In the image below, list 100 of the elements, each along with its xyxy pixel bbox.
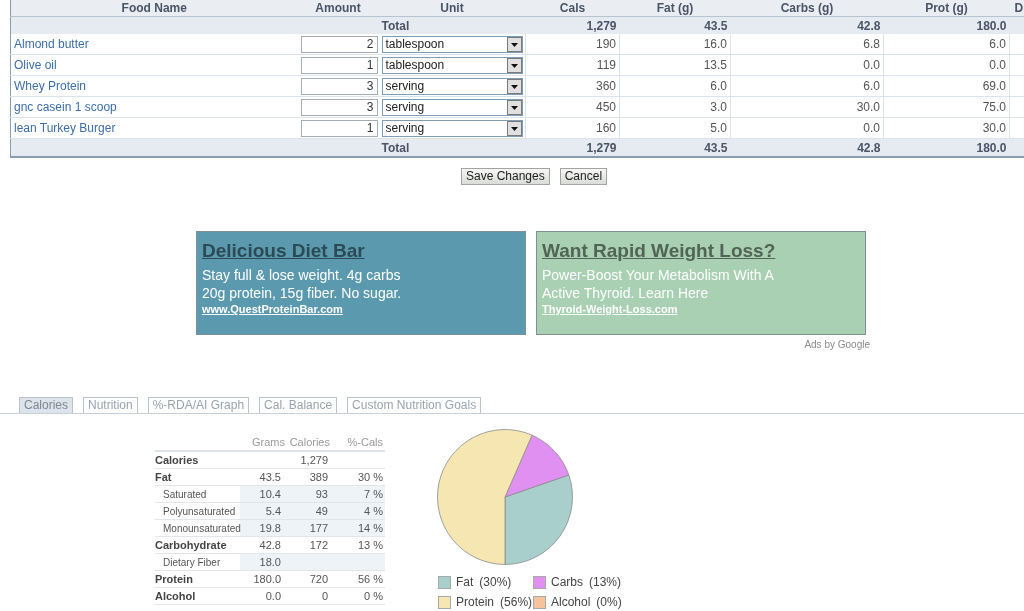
column-header: Grams (252, 436, 285, 448)
table-cell: 13 % (357, 539, 383, 551)
column-header: Cals (559, 1, 586, 15)
unit-select[interactable]: serving (381, 119, 523, 137)
table-cell: 14 % (357, 522, 383, 534)
unit-select[interactable]: serving (381, 98, 523, 116)
table-cell: 10.4 (259, 488, 281, 500)
table-cell: 13.5 (703, 58, 727, 72)
table-cell: 30 % (357, 471, 383, 483)
table-cell: 16.0 (703, 37, 727, 51)
caret-down-icon[interactable] (506, 99, 522, 115)
table-cell: 0 (321, 590, 328, 602)
column-header: Calories (289, 436, 330, 448)
table-cell: 360 (595, 79, 616, 93)
total-label: Total (381, 18, 410, 33)
total-value: 180.0 (976, 140, 1007, 155)
table-cell: 69.0 (982, 79, 1006, 93)
table-cell: 0.0 (863, 121, 880, 135)
table-cell: 5.4 (265, 505, 281, 517)
ad-title-link[interactable]: Want Rapid Weight Loss? (542, 240, 776, 262)
column-header: Food Name (121, 1, 187, 15)
table-cell: 30.0 (856, 100, 880, 114)
amount-field[interactable]: 3 (300, 77, 378, 95)
food-link[interactable]: Almond butter (14, 37, 89, 51)
table-cell: 56 % (357, 573, 383, 585)
table-cell: 180.0 (253, 573, 281, 585)
nutrient-label: Protein (155, 573, 193, 585)
ads-label: Ads by Google (804, 339, 870, 350)
cancel-button[interactable]: Cancel (559, 168, 608, 185)
table-cell: 42.8 (259, 539, 281, 551)
table-cell: 177 (309, 522, 328, 534)
caret-down-icon[interactable] (506, 120, 522, 136)
table-cell: 389 (309, 471, 328, 483)
table-cell: 450 (595, 100, 616, 114)
nutrient-label: Fat (155, 471, 172, 483)
food-link[interactable]: gnc casein 1 scoop (14, 100, 117, 114)
column-header: D (1014, 1, 1024, 15)
legend-label: Alcohol (0%) (551, 595, 622, 609)
tab[interactable]: Calories (19, 397, 73, 413)
total-label: Total (381, 140, 410, 155)
nutrient-label: Calories (155, 454, 199, 466)
table-cell: 4 % (364, 505, 383, 517)
column-header: %-Cals (347, 436, 383, 448)
ad-text: Power-Boost Your Metabolism With A Active Thyroid. Learn Here (542, 266, 774, 302)
legend-label: Protein (56%) (456, 595, 533, 609)
total-value: 42.8 (857, 140, 881, 155)
table-cell: 720 (309, 573, 328, 585)
table-cell: 6.0 (710, 79, 727, 93)
total-value: 1,279 (586, 140, 617, 155)
unit-select[interactable]: tablespoon (381, 56, 523, 74)
table-cell: 93 (315, 488, 328, 500)
ad-title-link[interactable]: Delicious Diet Bar (202, 240, 365, 262)
table-cell: 119 (596, 58, 616, 72)
nutrient-label: Alcohol (155, 590, 196, 602)
food-link[interactable]: Olive oil (14, 58, 57, 72)
table-cell: 160 (595, 121, 616, 135)
table-cell: 19.8 (259, 522, 281, 534)
unit-select[interactable]: tablespoon (381, 35, 523, 53)
amount-field[interactable]: 1 (300, 119, 378, 137)
table-cell: 3.0 (710, 100, 727, 114)
amount-field[interactable]: 2 (300, 35, 378, 53)
total-value: 180.0 (976, 18, 1007, 33)
save-button[interactable]: Save Changes (460, 168, 550, 185)
amount-field[interactable]: 3 (300, 98, 378, 116)
table-cell: 5.0 (710, 121, 727, 135)
table-cell: 30.0 (982, 121, 1006, 135)
table-cell: 6.8 (863, 37, 880, 51)
table-cell: 190 (595, 37, 616, 51)
caret-down-icon[interactable] (506, 57, 522, 73)
ad-url-link[interactable]: www.QuestProteinBar.com (202, 302, 343, 316)
table-cell: 0.0 (265, 590, 281, 602)
unit-select[interactable]: serving (381, 77, 523, 95)
amount-field[interactable]: 1 (300, 56, 378, 74)
table-cell: 1,279 (300, 454, 328, 466)
table-cell: 49 (315, 505, 328, 517)
column-header: Fat (g) (656, 1, 694, 15)
table-cell: 0 % (364, 590, 383, 602)
total-value: 43.5 (704, 18, 728, 33)
total-value: 42.8 (857, 18, 881, 33)
column-header: Unit (440, 1, 464, 15)
table-cell: 0.0 (989, 58, 1006, 72)
column-header: Prot (g) (925, 1, 968, 15)
legend-label: Carbs (13%) (551, 575, 622, 589)
nutrient-label: Carbohydrate (155, 539, 227, 551)
legend-label: Fat (30%) (456, 575, 512, 589)
caret-down-icon[interactable] (506, 36, 522, 52)
column-header: Carbs (g) (780, 1, 834, 15)
table-cell: 18.0 (259, 556, 281, 568)
column-header: Amount (315, 1, 361, 15)
food-link[interactable]: lean Turkey Burger (14, 121, 116, 135)
table-cell: 43.5 (259, 471, 281, 483)
table-cell: 0.0 (863, 58, 880, 72)
table-cell: 7 % (364, 488, 383, 500)
food-link[interactable]: Whey Protein (14, 79, 87, 93)
nutrient-label: Polyunsaturated (163, 505, 236, 517)
table-cell: 75.0 (982, 100, 1006, 114)
caret-down-icon[interactable] (506, 78, 522, 94)
total-value: 43.5 (704, 140, 728, 155)
nutrient-label: Monounsaturated (163, 522, 241, 534)
table-cell: 6.0 (989, 37, 1006, 51)
